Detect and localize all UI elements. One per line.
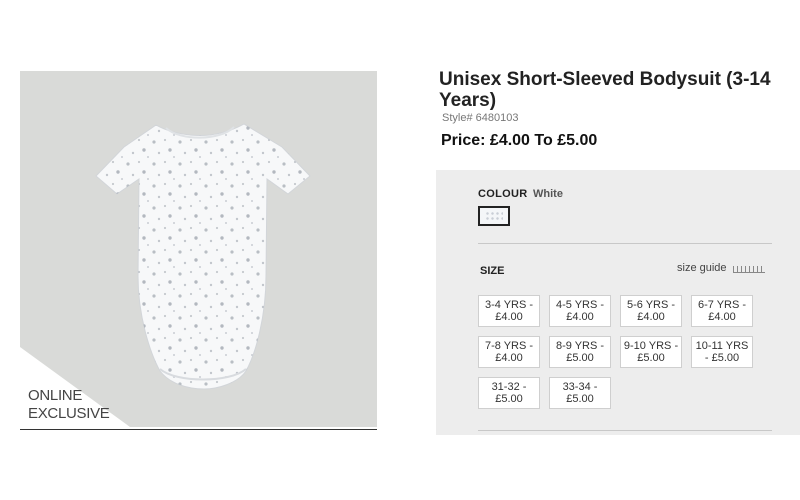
size-option-price: £4.00: [708, 311, 736, 323]
product-image: ONLINE EXCLUSIVE: [20, 71, 377, 427]
size-guide-link[interactable]: size guide: [677, 262, 765, 274]
price-range: Price: £4.00 To £5.00: [441, 132, 598, 149]
size-option-price: - £5.00: [704, 352, 740, 364]
ruler-icon: [732, 263, 765, 273]
size-option-price: £5.00: [566, 393, 594, 405]
size-guide-label: size guide: [677, 262, 727, 274]
size-option-range: 8-9 YRS -: [555, 340, 605, 352]
size-option[interactable]: 8-9 YRS - £5.00: [549, 336, 611, 368]
size-option[interactable]: 7-8 YRS - £4.00: [478, 336, 540, 368]
size-option[interactable]: 31-32 - £5.00: [478, 377, 540, 409]
size-option[interactable]: 6-7 YRS - £4.00: [691, 295, 753, 327]
size-option-range: 3-4 YRS -: [484, 299, 534, 311]
size-label: SIZE: [480, 265, 505, 277]
size-option-range: 6-7 YRS -: [697, 299, 747, 311]
size-option-range: 4-5 YRS -: [555, 299, 605, 311]
size-option-range: 33-34 -: [562, 381, 598, 393]
bodysuit-illustration: [95, 123, 311, 390]
size-option[interactable]: 3-4 YRS - £4.00: [478, 295, 540, 327]
size-option-price: £5.00: [637, 352, 665, 364]
size-options: 3-4 YRS - £4.00 4-5 YRS - £4.00 5-6 YRS - £4.…: [478, 295, 768, 409]
size-option-price: £4.00: [566, 311, 594, 323]
size-option-price: £4.00: [495, 352, 523, 364]
size-option-label: 5-6 YRS - £4.00: [627, 299, 675, 323]
size-option[interactable]: 5-6 YRS - £4.00: [620, 295, 682, 327]
product-title: Unisex Short-Sleeved Bodysuit (3-14 Year…: [439, 69, 771, 111]
size-option[interactable]: 33-34 - £5.00: [549, 377, 611, 409]
colour-value: White: [533, 188, 563, 200]
colour-swatch-white[interactable]: [478, 206, 510, 226]
size-option-range: 7-8 YRS -: [484, 340, 534, 352]
size-option-range: 9-10 YRS -: [623, 340, 679, 352]
size-option-range: 5-6 YRS -: [626, 299, 676, 311]
size-option-label: 6-7 YRS - £4.00: [698, 299, 746, 323]
size-option-label: 8-9 YRS - £5.00: [556, 340, 604, 364]
size-option-label: 31-32 - £5.00: [492, 381, 527, 405]
size-option[interactable]: 4-5 YRS - £4.00: [549, 295, 611, 327]
divider: [478, 430, 772, 431]
size-option-label: 3-4 YRS - £4.00: [485, 299, 533, 323]
size-option-label: 9-10 YRS - £5.00: [624, 340, 678, 364]
options-panel: COLOUR White SIZE size guide 3-4 YRS - £4…: [436, 170, 800, 435]
image-bottom-border: [20, 429, 377, 430]
size-option-price: £4.00: [495, 311, 523, 323]
size-option-label: 7-8 YRS - £4.00: [485, 340, 533, 364]
size-option-price: £5.00: [495, 393, 523, 405]
colour-label: COLOUR: [478, 188, 528, 200]
size-option-price: £5.00: [566, 352, 594, 364]
divider: [478, 243, 772, 244]
size-option[interactable]: 9-10 YRS - £5.00: [620, 336, 682, 368]
size-option-label: 10-11 YRS - £5.00: [696, 340, 749, 364]
size-option[interactable]: 10-11 YRS - £5.00: [691, 336, 753, 368]
size-option-range: 31-32 -: [491, 381, 527, 393]
size-option-price: £4.00: [637, 311, 665, 323]
size-option-label: 4-5 YRS - £4.00: [556, 299, 604, 323]
size-option-range: 10-11 YRS: [695, 340, 749, 352]
style-number: Style# 6480103: [442, 112, 519, 124]
size-option-label: 33-34 - £5.00: [563, 381, 598, 405]
